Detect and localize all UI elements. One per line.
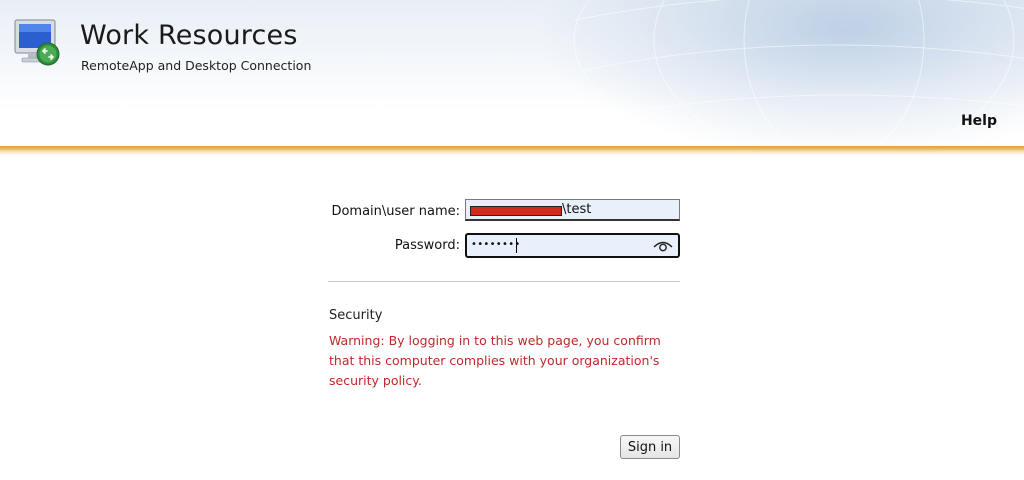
page-header: Work Resources RemoteApp and Desktop Con… xyxy=(0,0,1024,146)
text-cursor xyxy=(516,238,517,253)
password-field[interactable]: •••••••• xyxy=(465,233,680,258)
username-field[interactable]: \test xyxy=(465,199,680,221)
username-value-suffix: \test xyxy=(562,202,592,217)
header-accent-bar xyxy=(0,146,1024,156)
sign-in-button[interactable]: Sign in xyxy=(620,435,680,459)
password-label: Password: xyxy=(394,238,460,253)
globe-grid-decoration xyxy=(573,0,1024,146)
eye-icon[interactable] xyxy=(653,239,673,253)
remote-desktop-icon xyxy=(14,19,60,66)
page-title: Work Resources xyxy=(80,20,298,51)
password-mask: •••••••• xyxy=(471,239,521,250)
form-divider xyxy=(328,281,680,282)
help-link[interactable]: Help xyxy=(961,113,997,129)
security-heading: Security xyxy=(329,308,383,323)
username-label: Domain\user name: xyxy=(331,204,460,219)
page-subtitle: RemoteApp and Desktop Connection xyxy=(81,58,312,73)
security-warning: Warning: By logging in to this web page,… xyxy=(329,333,661,388)
username-redaction xyxy=(470,206,562,216)
